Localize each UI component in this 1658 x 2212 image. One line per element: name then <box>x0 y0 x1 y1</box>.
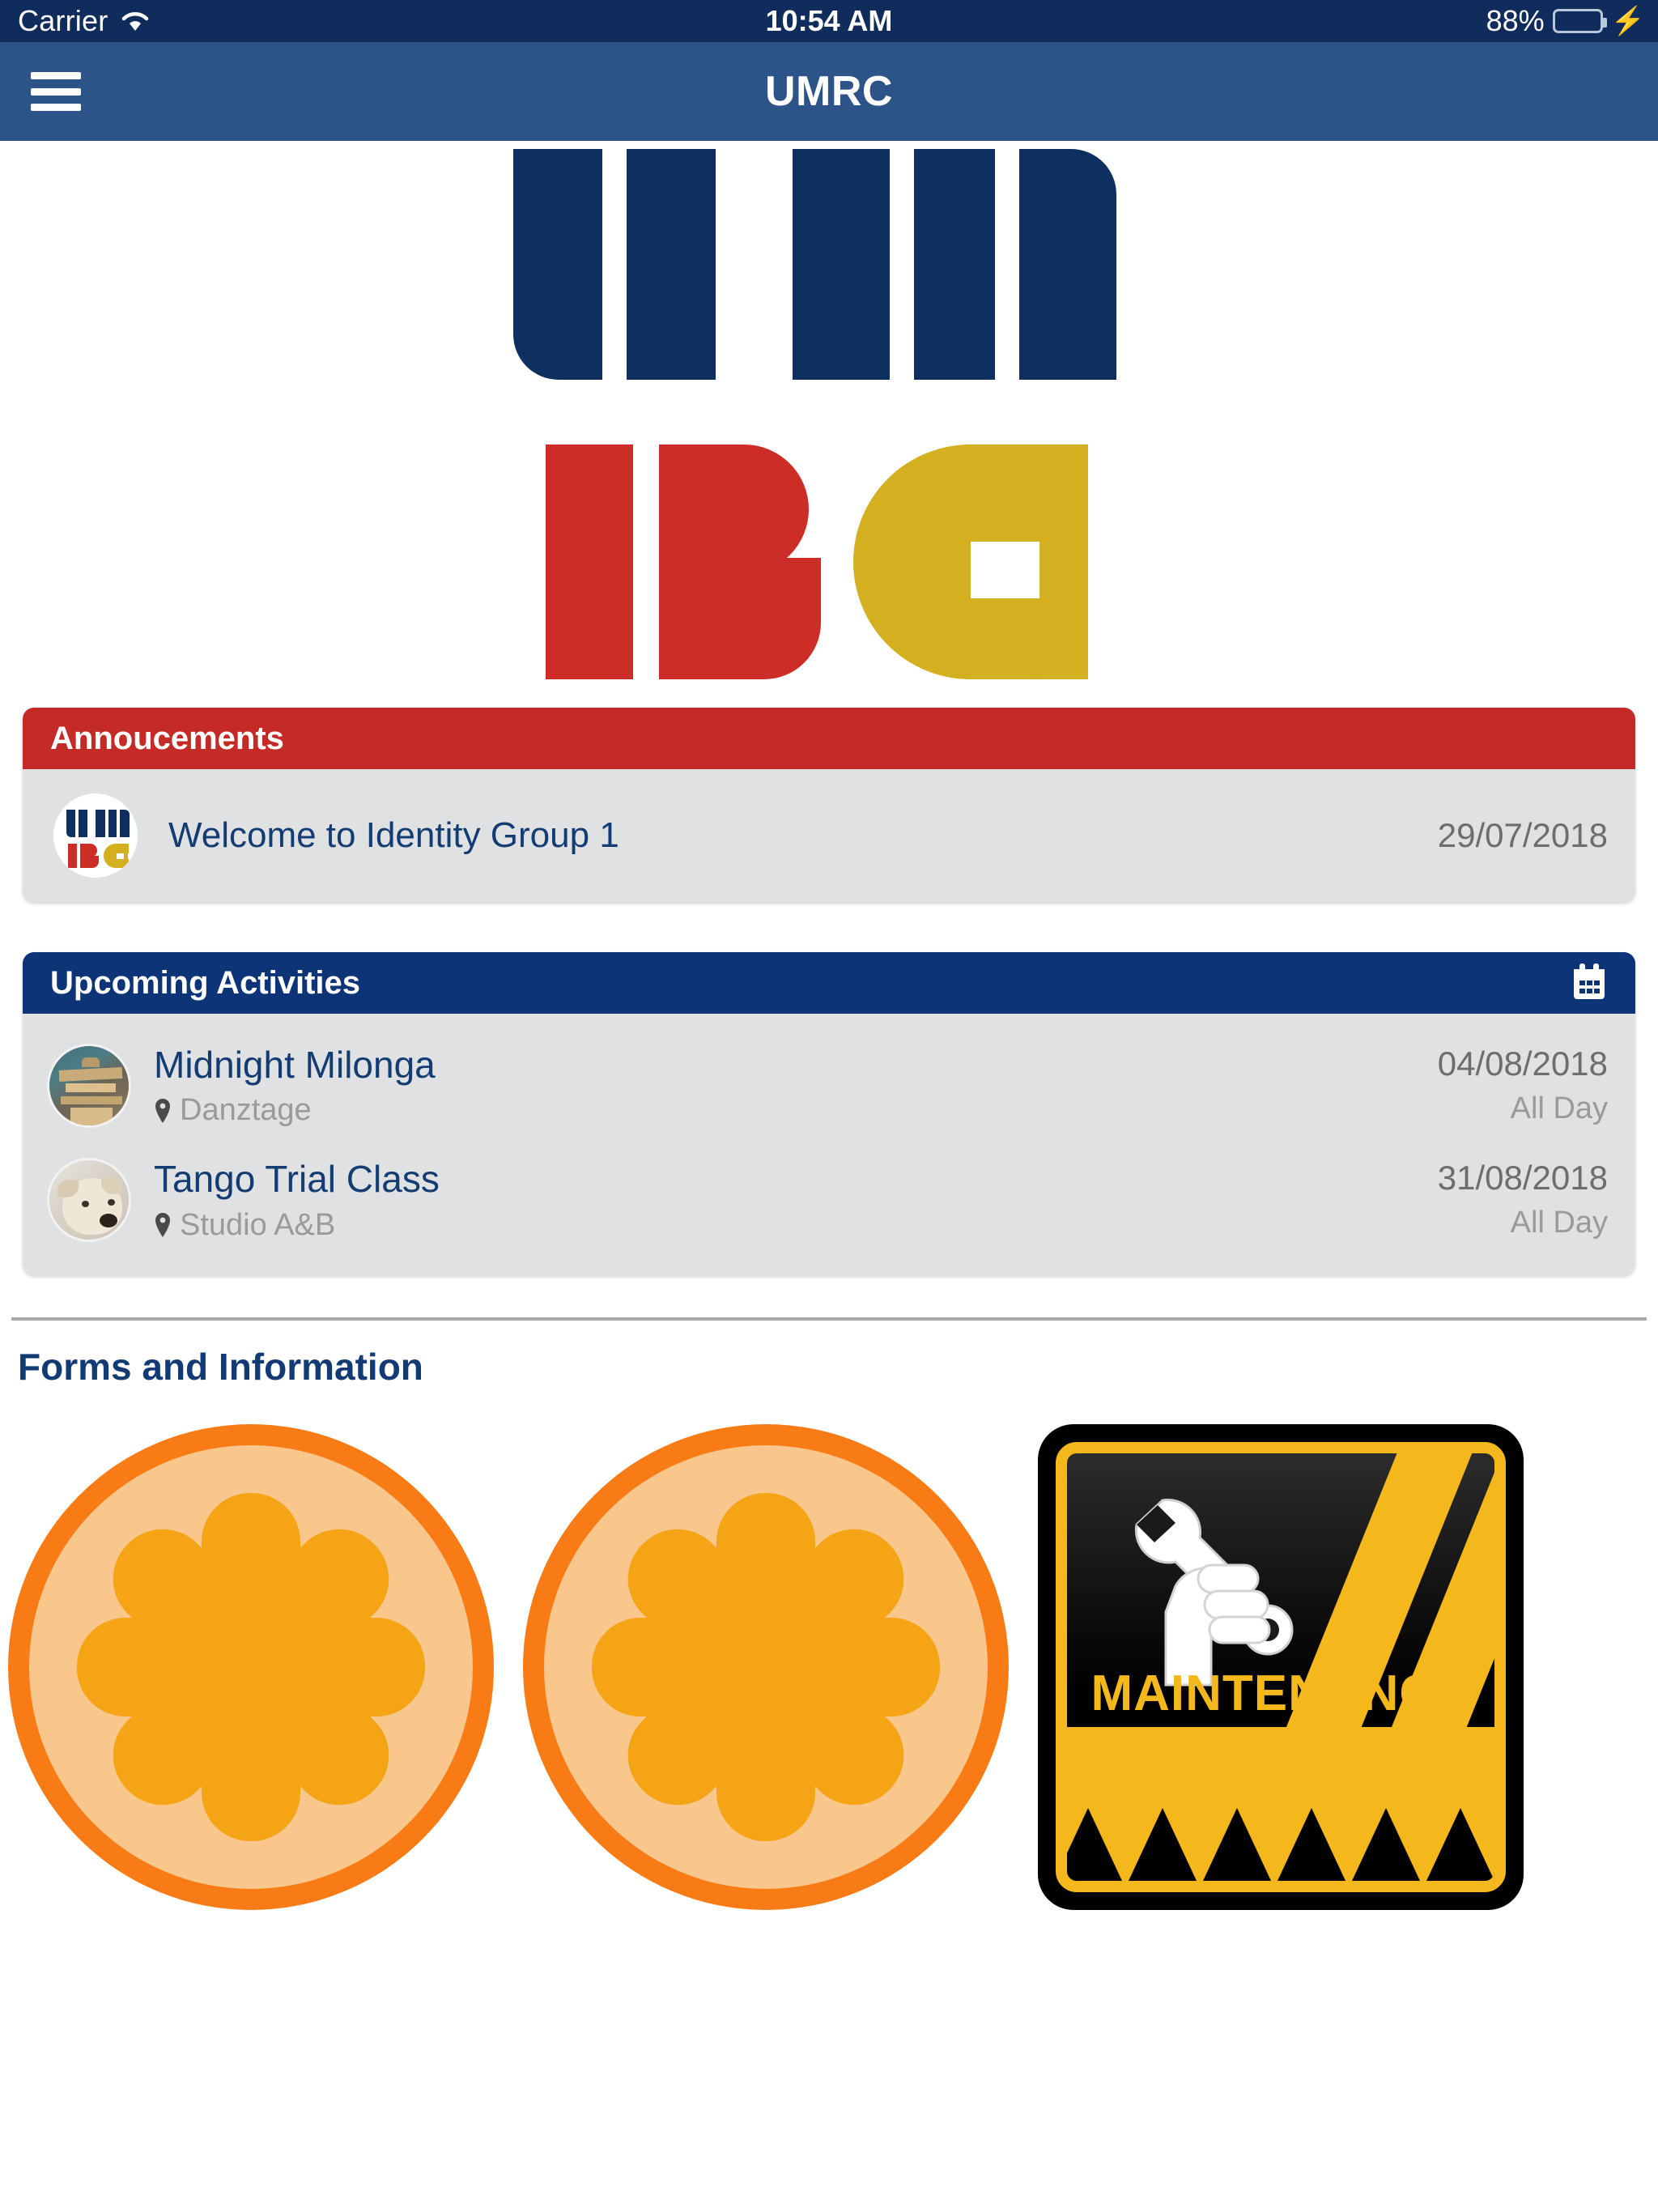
calendar-icon[interactable] <box>1571 963 1608 1002</box>
activity-location-label: Danztage <box>180 1093 312 1128</box>
battery-percent: 88% <box>1486 4 1545 37</box>
orange-slice-icon <box>8 1423 494 1910</box>
hamburger-menu-icon[interactable] <box>31 72 81 111</box>
activity-row[interactable]: Tango Trial Class Studio A&B 31/08/2018 … <box>23 1142 1635 1257</box>
activity-row[interactable]: Midnight Milonga Danztage 04/08/2018 All… <box>23 1028 1635 1142</box>
section-divider <box>11 1317 1647 1321</box>
status-bar-time: 10:54 AM <box>765 4 893 37</box>
status-bar: Carrier 10:54 AM 88% ⚡ <box>0 0 1658 42</box>
form-tile-orange-1[interactable] <box>8 1423 494 1910</box>
map-pin-icon <box>155 1213 170 1238</box>
activity-location: Studio A&B <box>154 1208 1438 1243</box>
activity-info: Midnight Milonga Danztage <box>154 1043 1438 1128</box>
activity-date: 31/08/2018 <box>1437 1159 1608 1197</box>
forms-tile-row: MAINTENANCE <box>0 1423 1658 1910</box>
activity-when: 04/08/2018 All Day <box>1438 1044 1608 1126</box>
activity-name[interactable]: Tango Trial Class <box>154 1157 1438 1201</box>
map-pin-icon <box>155 1098 170 1123</box>
umrc-logo <box>505 141 1153 708</box>
announcement-date: 29/07/2018 <box>1437 816 1608 854</box>
announcement-title[interactable]: Welcome to Identity Group 1 <box>168 815 1438 856</box>
announcements-header-label: Annoucements <box>50 720 284 756</box>
page-title: UMRC <box>765 68 893 115</box>
chevron-band <box>1067 1726 1494 1881</box>
upcoming-activities-header: Upcoming Activities <box>23 952 1635 1014</box>
main-content: Annoucements Welcome to Identity Group 1… <box>0 141 1658 2212</box>
activity-when: 31/08/2018 All Day <box>1438 1159 1608 1240</box>
activity-info: Tango Trial Class Studio A&B <box>154 1157 1438 1242</box>
upcoming-activities-card: Upcoming Activities Midnight Milonga Dan… <box>23 952 1635 1275</box>
activity-date: 04/08/2018 <box>1437 1044 1608 1083</box>
upcoming-activities-body: Midnight Milonga Danztage 04/08/2018 All… <box>23 1014 1635 1275</box>
forms-section-title: Forms and Information <box>18 1345 423 1388</box>
upcoming-activities-header-label: Upcoming Activities <box>50 964 361 1001</box>
activity-location-label: Studio A&B <box>180 1207 336 1242</box>
announcements-body: Welcome to Identity Group 1 29/07/2018 <box>23 769 1635 902</box>
announcement-row[interactable]: Welcome to Identity Group 1 29/07/2018 <box>23 769 1635 902</box>
activity-time: All Day <box>1510 1206 1608 1240</box>
announcements-header: Annoucements <box>23 708 1635 769</box>
status-bar-right: 88% ⚡ <box>1486 4 1645 38</box>
maintenance-sign-icon: MAINTENANCE <box>1038 1423 1524 1910</box>
navigation-bar: UMRC <box>0 42 1658 141</box>
activity-location: Danztage <box>154 1093 1438 1128</box>
umrc-logo-avatar-icon <box>53 793 138 878</box>
wooden-model-photo-thumbnail <box>47 1043 131 1128</box>
dog-photo-thumbnail <box>47 1157 131 1242</box>
activity-time: All Day <box>1510 1091 1608 1126</box>
battery-icon <box>1552 9 1607 33</box>
form-tile-orange-2[interactable] <box>523 1423 1009 1910</box>
maintenance-label: MAINTENANCE <box>1090 1665 1471 1721</box>
form-tile-maintenance[interactable]: MAINTENANCE <box>1038 1423 1524 1910</box>
orange-slice-icon <box>523 1423 1009 1910</box>
announcements-card: Annoucements Welcome to Identity Group 1… <box>23 708 1635 902</box>
activity-name[interactable]: Midnight Milonga <box>154 1043 1438 1087</box>
hand-wrench-icon <box>1134 1498 1294 1687</box>
charging-bolt-icon: ⚡ <box>1610 6 1645 36</box>
